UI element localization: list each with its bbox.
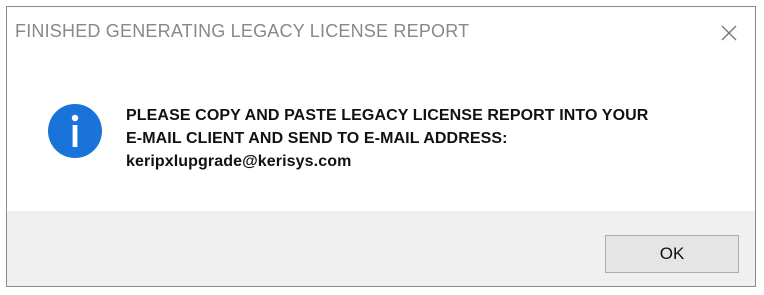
title-bar[interactable]: FINISHED GENERATING LEGACY LICENSE REPOR… <box>7 7 755 59</box>
email-address: keripxlupgrade@kerisys.com <box>126 153 352 170</box>
dialog-title: FINISHED GENERATING LEGACY LICENSE REPOR… <box>15 21 470 41</box>
info-icon <box>48 104 102 158</box>
close-button[interactable] <box>711 17 747 49</box>
dialog-content: PLEASE COPY AND PASTE LEGACY LICENSE REP… <box>7 59 755 211</box>
ok-button[interactable]: OK <box>605 235 739 273</box>
message-line: E-MAIL CLIENT AND SEND TO E-MAIL ADDRESS… <box>126 130 508 147</box>
close-icon <box>721 25 737 41</box>
message-line: PLEASE COPY AND PASTE LEGACY LICENSE REP… <box>126 107 649 124</box>
dialog-message: PLEASE COPY AND PASTE LEGACY LICENSE REP… <box>126 104 648 173</box>
message-dialog: FINISHED GENERATING LEGACY LICENSE REPOR… <box>6 6 756 287</box>
dialog-footer: OK <box>7 211 755 286</box>
